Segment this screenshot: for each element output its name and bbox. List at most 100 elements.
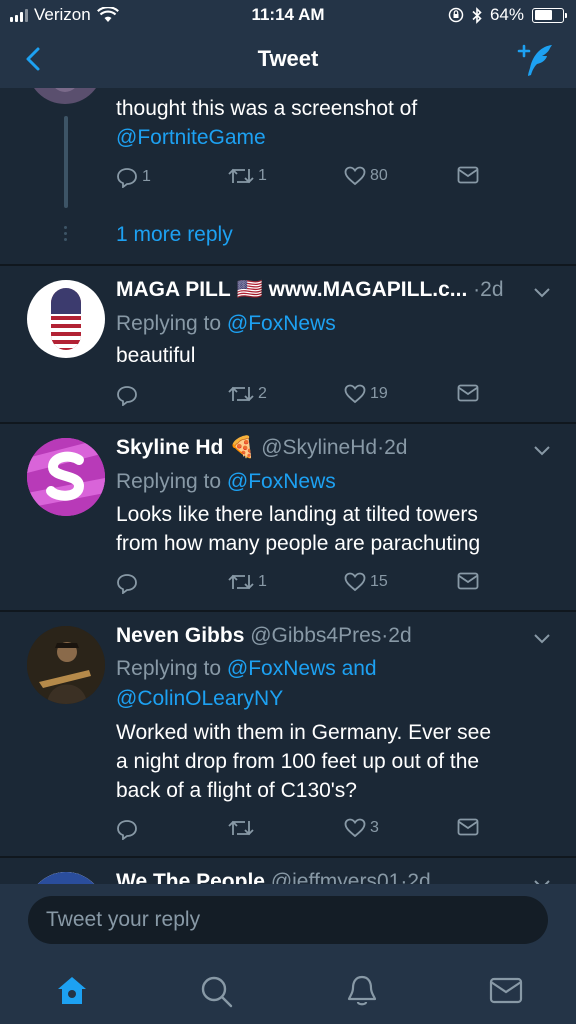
compose-tweet-icon[interactable] [516,42,556,78]
mention-link[interactable]: @FoxNews [227,470,336,493]
mention-link[interactable]: @ColinOLearyNY [116,684,283,713]
separator [0,610,576,612]
retweet-count: 1 [258,167,267,184]
separator [0,264,576,266]
like-button[interactable]: 15 [344,572,388,592]
avatar[interactable] [27,438,105,516]
tweet-time: 2d [480,278,504,301]
heart-icon [344,166,366,186]
orientation-lock-icon [448,7,464,23]
retweet-button[interactable]: 2 [228,384,267,404]
like-button[interactable]: 80 [344,166,388,186]
tweet-text: beautiful [116,344,196,367]
reply-icon [117,386,137,406]
more-replies-dots [63,226,69,244]
retweet-button[interactable]: 1 [228,572,267,592]
like-count: 80 [370,167,388,184]
status-right: 64% [448,5,567,25]
retweet-icon [228,386,254,402]
reply-button[interactable] [116,384,142,406]
nav-bar: Tweet [0,32,576,88]
replying-label: Replying to [116,657,222,680]
like-button[interactable]: 19 [344,384,388,404]
mention-link[interactable]: @FoxNews [227,312,336,335]
user-name[interactable]: MAGA PILL [116,278,231,301]
retweet-button[interactable]: 1 [228,166,267,186]
tweet-actions: 3 [116,818,496,844]
notifications-icon[interactable] [344,974,380,1008]
status-bar: Verizon 11:14 AM 64% [0,0,576,32]
reply-button[interactable] [116,818,142,840]
replying-to: Replying to @FoxNews [116,309,336,338]
user-name[interactable]: Skyline Hd [116,436,223,459]
messages-icon[interactable] [488,974,524,1008]
reply-count: 1 [142,168,151,185]
tweet-text: back of a flight of C130's? [116,779,357,802]
retweet-icon [228,168,254,184]
user-name[interactable]: Neven Gibbs [116,624,244,647]
reply-button[interactable] [116,572,142,594]
retweet-button[interactable] [228,818,258,838]
page-title: Tweet [257,46,319,71]
tweet-time: 2d [384,436,408,459]
envelope-icon [457,572,479,590]
battery-fill [534,10,552,20]
thread-line [64,116,68,208]
tweet-text: Looks like there landing at tilted tower… [116,503,478,526]
tweet-actions: 1 1 80 [116,166,496,192]
dm-share-button[interactable] [457,166,479,184]
search-icon[interactable] [199,974,235,1008]
tweet-text: from how many people are parachuting [116,532,481,555]
conversation-list[interactable]: thought this was a screenshot of @Fortni… [0,88,576,884]
user-handle[interactable]: @jeffmyers01 [271,870,400,884]
avatar[interactable] [27,626,105,704]
mention-link[interactable]: @FortniteGame [116,123,266,152]
home-icon[interactable] [54,974,90,1008]
tweet-actions: 1 15 [116,572,496,598]
avatar[interactable] [27,280,105,358]
envelope-icon [457,384,479,402]
user-handle[interactable]: @SkylineHd [261,436,377,459]
reply-icon [117,168,137,188]
chevron-down-icon[interactable] [532,286,552,300]
heart-icon [344,384,366,404]
separator [0,856,576,858]
tweet-time: 2d [407,870,431,884]
retweet-count: 1 [258,573,267,590]
mention-link[interactable]: @FoxNews and [227,657,377,680]
like-count: 3 [370,819,379,836]
envelope-icon [457,166,479,184]
tweet-time: 2d [388,624,412,647]
dm-share-button[interactable] [457,818,479,836]
reply-bar [0,884,576,960]
separator [0,422,576,424]
more-replies-link[interactable]: 1 more reply [116,220,233,249]
dm-share-button[interactable] [457,572,479,590]
retweet-icon [228,574,254,590]
flag-emoji: 🇺🇸 [236,278,263,301]
retweet-icon [228,820,254,836]
like-button[interactable]: 3 [344,818,379,838]
dm-share-button[interactable] [457,384,479,402]
pizza-emoji: 🍕 [229,436,256,459]
tweet-header: Neven Gibbs @Gibbs4Pres·2d [116,624,412,648]
bluetooth-icon [472,6,482,24]
tweet-text: a night drop from 100 feet up out of the [116,750,480,773]
like-count: 19 [370,385,388,402]
reply-button[interactable]: 1 [116,166,151,188]
envelope-icon [457,818,479,836]
avatar[interactable] [27,88,103,104]
replying-label: Replying to [116,470,222,493]
user-handle[interactable]: www.MAGAPILL.c... [269,278,468,301]
tweet-text: thought this was a screenshot of [116,97,418,120]
replying-to: Replying to @FoxNews [116,467,336,496]
reply-input[interactable] [28,896,548,944]
user-name[interactable]: We The People [116,870,265,884]
avatar[interactable] [27,872,105,884]
chevron-down-icon[interactable] [532,632,552,646]
tweet-header: MAGA PILL 🇺🇸 www.MAGAPILL.c... ·2d [116,278,504,302]
chevron-down-icon[interactable] [532,444,552,458]
reply-icon [117,574,137,594]
tweet-text: Worked with them in Germany. Ever see [116,721,492,744]
user-handle[interactable]: @Gibbs4Pres [250,624,381,647]
